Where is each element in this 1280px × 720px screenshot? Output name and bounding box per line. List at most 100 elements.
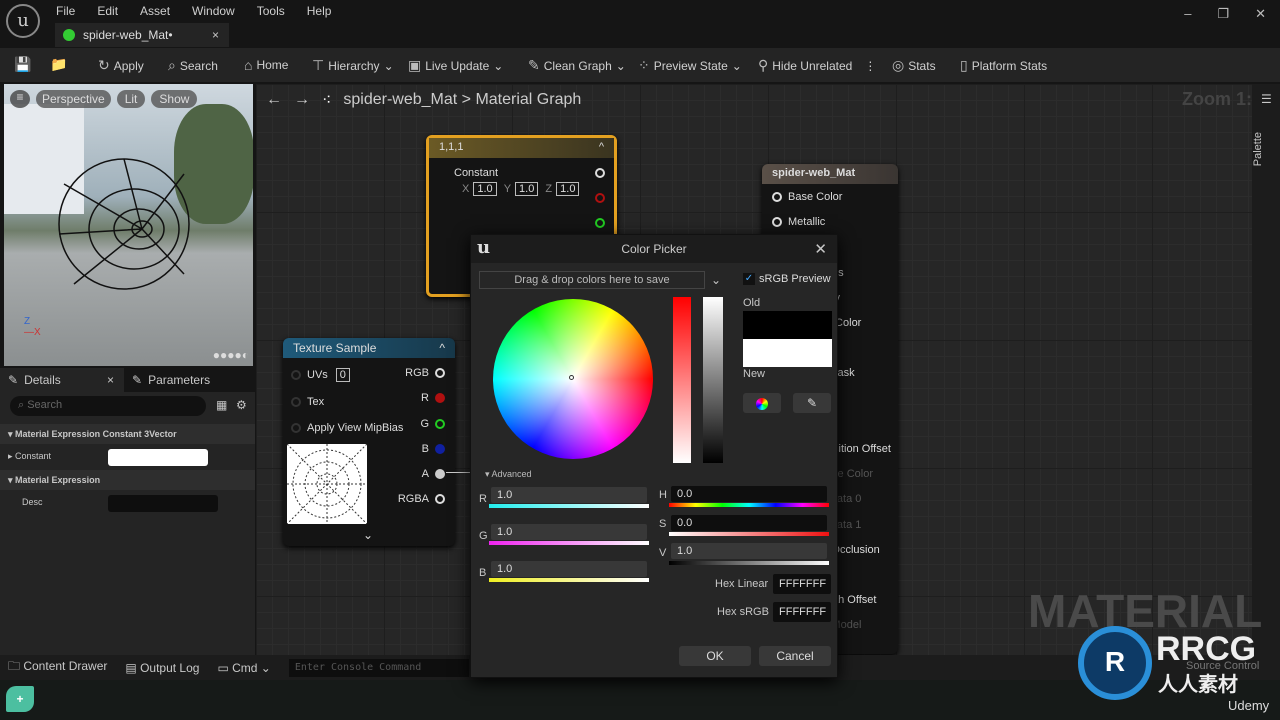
material-input-pin[interactable]: Metallic xyxy=(772,216,825,228)
forward-arrow-icon[interactable]: → xyxy=(294,91,310,109)
y-value[interactable]: 1.0 xyxy=(515,182,539,196)
section-header[interactable]: ▾ Material Expression Constant 3Vector xyxy=(0,424,255,444)
uv-index[interactable]: 0 xyxy=(335,368,350,382)
section-header[interactable]: ▾ Material Expression xyxy=(0,470,255,490)
lit-button[interactable]: Lit xyxy=(116,90,146,108)
h-input[interactable]: 0.0 xyxy=(671,486,827,502)
r-slider[interactable] xyxy=(489,504,649,508)
output-pin-r[interactable] xyxy=(435,393,445,403)
asset-tab[interactable]: spider-web_Mat• × xyxy=(55,23,229,47)
hide-unrelated-button[interactable]: ⚲ Hide Unrelated ⋮ xyxy=(758,57,876,74)
eyedropper-button[interactable]: ✎ xyxy=(793,393,831,413)
close-window-icon[interactable]: ✕ xyxy=(1255,6,1266,22)
material-input-pin[interactable]: Base Color xyxy=(772,191,842,203)
wheel-cursor[interactable] xyxy=(569,375,574,380)
input-pin-uvs[interactable] xyxy=(291,370,301,380)
s-slider[interactable] xyxy=(669,532,829,536)
g-slider[interactable] xyxy=(489,541,649,545)
s-input[interactable]: 0.0 xyxy=(671,515,827,531)
more-icon[interactable]: ⋮ xyxy=(864,59,876,73)
output-pin-rgb[interactable] xyxy=(435,368,445,378)
output-pin-rgba[interactable] xyxy=(435,494,445,504)
color-wheel[interactable] xyxy=(493,299,653,459)
perspective-button[interactable]: Perspective xyxy=(36,90,111,108)
output-pin-a[interactable] xyxy=(435,469,445,479)
close-details-icon[interactable]: × xyxy=(107,373,114,387)
minimize-icon[interactable]: – xyxy=(1184,6,1191,22)
texture-sample-node[interactable]: Texture Sample ^ UVs 0 Tex Apply View MipB… xyxy=(283,338,455,546)
cancel-button[interactable]: Cancel xyxy=(759,646,831,666)
palette-sidebar[interactable]: ☰ Palette xyxy=(1252,84,1280,655)
collapse-node-icon[interactable]: ^ xyxy=(599,141,604,155)
menu-asset[interactable]: Asset xyxy=(140,4,170,18)
value-slider[interactable] xyxy=(703,297,723,463)
close-tab-icon[interactable]: × xyxy=(212,28,219,42)
preview-state-button[interactable]: ⁘ Preview State ⌄ xyxy=(638,57,742,74)
tab-parameters[interactable]: ✎ Parameters xyxy=(124,373,210,387)
table-view-icon[interactable]: ▦ xyxy=(216,398,227,412)
color-wheel-mode-button[interactable] xyxy=(743,393,781,413)
output-pin-g[interactable] xyxy=(595,218,605,228)
input-pin-tex[interactable] xyxy=(291,397,301,407)
apply-button[interactable]: ↻ Apply xyxy=(98,57,144,74)
home-button[interactable]: ⌂ Home xyxy=(244,57,288,73)
show-button[interactable]: Show xyxy=(151,90,198,108)
output-log-button[interactable]: ▤ Output Log xyxy=(125,661,199,675)
save-icon[interactable]: 💾 xyxy=(14,56,31,73)
color-theme-drop-zone[interactable]: Drag & drop colors here to save xyxy=(479,271,705,289)
collapse-node-icon[interactable]: ^ xyxy=(439,341,445,355)
preview-shape-icons[interactable]: ●●●●◐ xyxy=(213,348,249,362)
breadcrumb-root[interactable]: spider-web_Mat xyxy=(343,91,457,108)
output-pin-g[interactable] xyxy=(435,419,445,429)
tab-details[interactable]: ✎ Details × xyxy=(0,368,124,392)
menu-help[interactable]: Help xyxy=(307,4,332,18)
add-feature-icon[interactable]: + xyxy=(6,686,34,712)
live-update-button[interactable]: ▣ Live Update ⌄ xyxy=(408,57,503,74)
output-pin-b[interactable] xyxy=(435,444,445,454)
ok-button[interactable]: OK xyxy=(679,646,751,666)
console-input[interactable]: Enter Console Command xyxy=(288,658,469,677)
saturation-slider[interactable] xyxy=(673,297,691,463)
menu-file[interactable]: File xyxy=(56,4,75,18)
v-input[interactable]: 1.0 xyxy=(671,543,827,559)
expand-node-icon[interactable]: ⌄ xyxy=(363,528,373,542)
g-input[interactable]: 1.0 xyxy=(491,524,647,540)
v-slider[interactable] xyxy=(669,561,829,565)
output-pin-rgb[interactable] xyxy=(595,168,605,178)
advanced-toggle[interactable]: ▾ Advanced xyxy=(485,469,532,480)
platform-stats-button[interactable]: ▯ Platform Stats xyxy=(960,57,1047,74)
h-slider[interactable] xyxy=(669,503,829,507)
output-pin-r[interactable] xyxy=(595,193,605,203)
settings-icon[interactable]: ⚙ xyxy=(236,398,247,412)
details-search-input[interactable]: ⌕ Search xyxy=(10,396,206,416)
stats-button[interactable]: ◎ Stats xyxy=(892,57,936,74)
back-arrow-icon[interactable]: ← xyxy=(266,91,282,109)
menu-window[interactable]: Window xyxy=(192,4,235,18)
b-input[interactable]: 1.0 xyxy=(491,561,647,577)
hex-srgb-input[interactable]: FFFFFFF xyxy=(773,602,831,622)
cmd-dropdown[interactable]: ▭ Cmd ⌄ xyxy=(217,661,270,675)
maximize-icon[interactable]: ❐ xyxy=(1217,6,1229,22)
desc-input[interactable] xyxy=(108,495,218,512)
browse-icon[interactable]: 📁 xyxy=(50,56,67,73)
viewport[interactable]: ≡ Perspective Lit Show Z —X ●●●●◐ xyxy=(4,84,253,366)
hex-linear-input[interactable]: FFFFFFF xyxy=(773,574,831,594)
chevron-down-icon[interactable]: ⌄ xyxy=(711,273,721,287)
clean-graph-button[interactable]: ✎ Clean Graph ⌄ xyxy=(528,57,626,74)
hierarchy-button[interactable]: ⊤ Hierarchy ⌄ xyxy=(312,57,394,74)
content-drawer-button[interactable]: 🗀 Content Drawer xyxy=(8,657,107,678)
b-slider[interactable] xyxy=(489,578,649,582)
viewport-menu-icon[interactable]: ≡ xyxy=(10,90,30,108)
constant-color-swatch[interactable] xyxy=(108,449,208,466)
expand-icon[interactable]: ▸ xyxy=(8,451,15,461)
close-dialog-icon[interactable]: ✕ xyxy=(814,240,827,258)
x-value[interactable]: 1.0 xyxy=(473,182,497,196)
srgb-preview-checkbox[interactable]: ✓ sRGB Preview xyxy=(743,273,831,285)
dialog-titlebar[interactable]: u Color Picker ✕ xyxy=(471,235,837,263)
menu-edit[interactable]: Edit xyxy=(97,4,118,18)
z-value[interactable]: 1.0 xyxy=(556,182,580,196)
r-input[interactable]: 1.0 xyxy=(491,487,647,503)
search-button[interactable]: ⌕ Search xyxy=(168,57,218,74)
input-pin-mipbias[interactable] xyxy=(291,423,301,433)
menu-tools[interactable]: Tools xyxy=(257,4,285,18)
